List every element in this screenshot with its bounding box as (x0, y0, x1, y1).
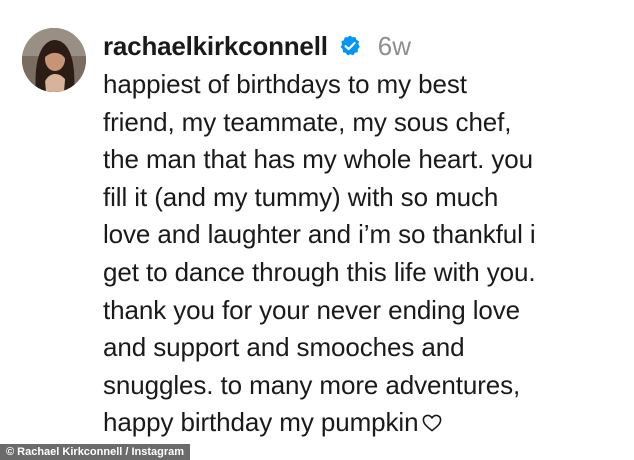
caption-line: get to dance through this life with you. (103, 256, 536, 287)
timestamp: 6w (377, 30, 411, 61)
caption-line: friend, my teammate, my sous chef, (103, 106, 512, 137)
instagram-comment: rachaelkirkconnell 6w happiest of birthd… (0, 0, 634, 460)
caption-line: the man that has my whole heart. you (103, 144, 533, 175)
caption-line-text: happy birthday my pumpkin (103, 407, 419, 438)
verified-badge-icon (338, 34, 362, 58)
caption-line: and support and smooches and (103, 332, 465, 363)
caption-text: happiest of birthdays to my best friend,… (103, 66, 623, 442)
caption-line: fill it (and my tummy) with so much (103, 181, 499, 212)
caption-line: love and laughter and i’m so thankful i (103, 219, 536, 250)
photo-credit: © Rachael Kirkconnell / Instagram (0, 444, 191, 460)
heart-outline-icon (422, 414, 442, 432)
username[interactable]: rachaelkirkconnell (103, 31, 328, 62)
caption-line: happiest of birthdays to my best (103, 69, 467, 99)
avatar-photo (22, 28, 86, 92)
caption-line: snuggles. to many more adventures, (103, 369, 521, 400)
avatar[interactable] (22, 28, 86, 92)
caption-line-last: happy birthday my pumpkin (103, 404, 623, 442)
comment-header: rachaelkirkconnell 6w (103, 26, 411, 66)
caption-line: thank you for your never ending love (103, 294, 520, 325)
